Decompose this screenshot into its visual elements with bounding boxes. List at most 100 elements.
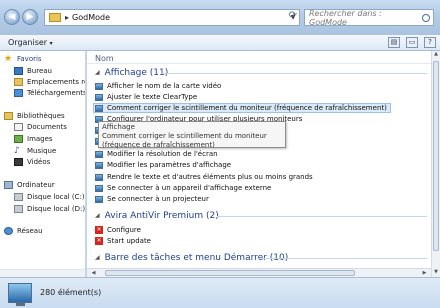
column-header-name[interactable]: Nom [95,54,114,63]
forward-arrow-icon[interactable]: ▶ [22,9,38,25]
drive-icon [14,193,23,201]
monitor-icon [95,173,103,181]
view-options-icon[interactable]: ▤ [388,37,400,48]
column-header-divider [87,63,431,64]
nav-item-documents[interactable]: Documents [14,122,67,132]
help-icon[interactable]: ? [424,37,436,48]
nav-network[interactable]: Réseau [4,226,43,236]
collapse-chevron-icon[interactable]: ◢ [95,69,100,76]
search-input[interactable]: Rechercher dans : GodMode [309,9,422,27]
item-label: Rendre le texte et d'autres éléments plu… [107,173,313,181]
nav-item-music[interactable]: ♪ Musique [14,146,56,156]
drive-icon [14,205,23,213]
computer-icon [4,181,13,189]
back-arrow-icon[interactable]: ◀ [4,9,20,25]
list-item[interactable]: Se connecter à un appareil d'affichage e… [95,183,271,193]
nav-libraries[interactable]: Bibliothèques [4,111,65,121]
details-pane: 280 élément(s) [0,277,440,308]
nav-item-label: Téléchargements [27,89,86,97]
nav-item-drive-c[interactable]: Disque local (C:) [14,192,85,202]
nav-favorites[interactable]: ★ Favoris [4,54,42,64]
nav-item-drive-d[interactable]: Disque local (D:) [14,204,85,214]
command-bar: Organiser ▾ ▤ ▭ ? [0,35,440,51]
nav-item-videos[interactable]: Vidéos [14,157,50,167]
group-title: Affichage (11) [104,67,169,78]
item-label: Comment corriger le scintillement du mon… [107,104,387,112]
group-header-avira[interactable]: ◢ Avira AntiVir Premium (2) [95,210,219,221]
list-item[interactable]: ✕ Configure [95,225,141,235]
scroll-down-icon[interactable]: ▼ [432,269,440,277]
scrollbar-thumb[interactable] [105,270,355,276]
organize-menu[interactable]: Organiser ▾ [8,38,53,47]
network-icon [4,227,13,235]
nav-computer-label: Ordinateur [17,181,55,189]
nav-item-recent[interactable]: Emplacements récents [14,77,85,87]
address-bar[interactable]: ▸ GodMode ▼ [44,9,300,26]
list-item[interactable]: Afficher le nom de la carte vidéo [95,81,221,91]
navigation-pane: ★ Favoris Bureau Emplacements récents Té… [0,51,86,277]
monitor-icon [95,184,103,192]
list-item[interactable]: Ajuster le texte ClearType [95,92,197,102]
nav-horizontal-scrollbar[interactable] [0,269,85,277]
vertical-scrollbar[interactable]: ▲ ▼ [431,51,440,277]
list-item[interactable]: ✕ Start update [95,236,151,246]
file-list: Nom ◢ Affichage (11) Afficher le nom de … [87,51,431,277]
pictures-icon [14,135,23,143]
list-item[interactable]: Se connecter à un projecteur [95,194,209,204]
list-item[interactable]: Modifier les paramètres d'affichage [95,160,231,170]
nav-item-label: Images [27,135,53,143]
monitor-icon [95,195,103,203]
scroll-up-icon[interactable]: ▲ [432,51,440,59]
documents-icon [14,123,23,131]
avira-icon: ✕ [95,237,103,245]
control-panel-icon [8,283,32,306]
desktop-icon [14,67,23,75]
item-label: Start update [107,237,151,245]
group-header-affichage[interactable]: ◢ Affichage (11) [95,67,168,78]
nav-item-images[interactable]: Images [14,134,53,144]
horizontal-scrollbar[interactable]: ◀ ▶ [87,268,431,277]
group-title: Avira AntiVir Premium (2) [104,210,219,221]
nav-computer[interactable]: Ordinateur [4,180,55,190]
nav-item-downloads[interactable]: Téléchargements [14,88,86,98]
recent-places-icon [14,78,23,86]
scroll-left-icon[interactable]: ◀ [89,269,98,277]
nav-item-label: Disque local (C:) [27,193,85,201]
organize-label: Organiser [8,38,48,47]
nav-item-label: Bureau [27,67,52,75]
nav-item-label: Disque local (D:) [27,205,86,213]
scrollbar-thumb[interactable] [433,61,439,251]
search-icon[interactable] [422,13,430,22]
collapse-chevron-icon[interactable]: ◢ [95,212,100,219]
item-label: Se connecter à un projecteur [107,195,209,203]
monitor-icon [95,161,103,169]
scroll-right-icon[interactable]: ▶ [420,269,429,277]
nav-item-label: Emplacements récents [27,78,85,86]
folder-icon [49,13,61,22]
monitor-icon [95,104,103,112]
breadcrumb-separator: ▸ [65,13,70,22]
monitor-icon [95,93,103,101]
refresh-icon[interactable]: ⟳ [286,10,300,25]
search-box[interactable]: Rechercher dans : GodMode [304,9,434,27]
music-icon: ♪ [14,146,20,156]
monitor-icon [95,82,103,90]
preview-pane-icon[interactable]: ▭ [406,37,418,48]
tooltip: Affichage Comment corriger le scintillem… [98,121,286,149]
group-divider [217,216,427,217]
item-label: Afficher le nom de la carte vidéo [107,82,222,90]
title-bar: ◀ ▶ ▸ GodMode ▼ ⟳ Rechercher dans : GodM… [0,0,440,35]
collapse-chevron-icon[interactable]: ◢ [95,254,100,261]
nav-libraries-label: Bibliothèques [17,112,65,120]
item-label: Modifier la résolution de l'écran [107,150,218,158]
chevron-down-icon: ▾ [49,40,53,47]
list-item[interactable]: Modifier la résolution de l'écran [95,149,218,159]
group-divider [161,73,427,74]
group-divider [257,258,427,259]
library-icon [4,112,13,120]
breadcrumb-path[interactable]: GodMode [72,13,110,22]
list-item[interactable]: Rendre le texte et d'autres éléments plu… [95,172,313,182]
nav-item-desktop[interactable]: Bureau [14,66,52,76]
nav-item-label: Documents [27,123,67,131]
list-item-selected[interactable]: Comment corriger le scintillement du mon… [93,103,391,113]
